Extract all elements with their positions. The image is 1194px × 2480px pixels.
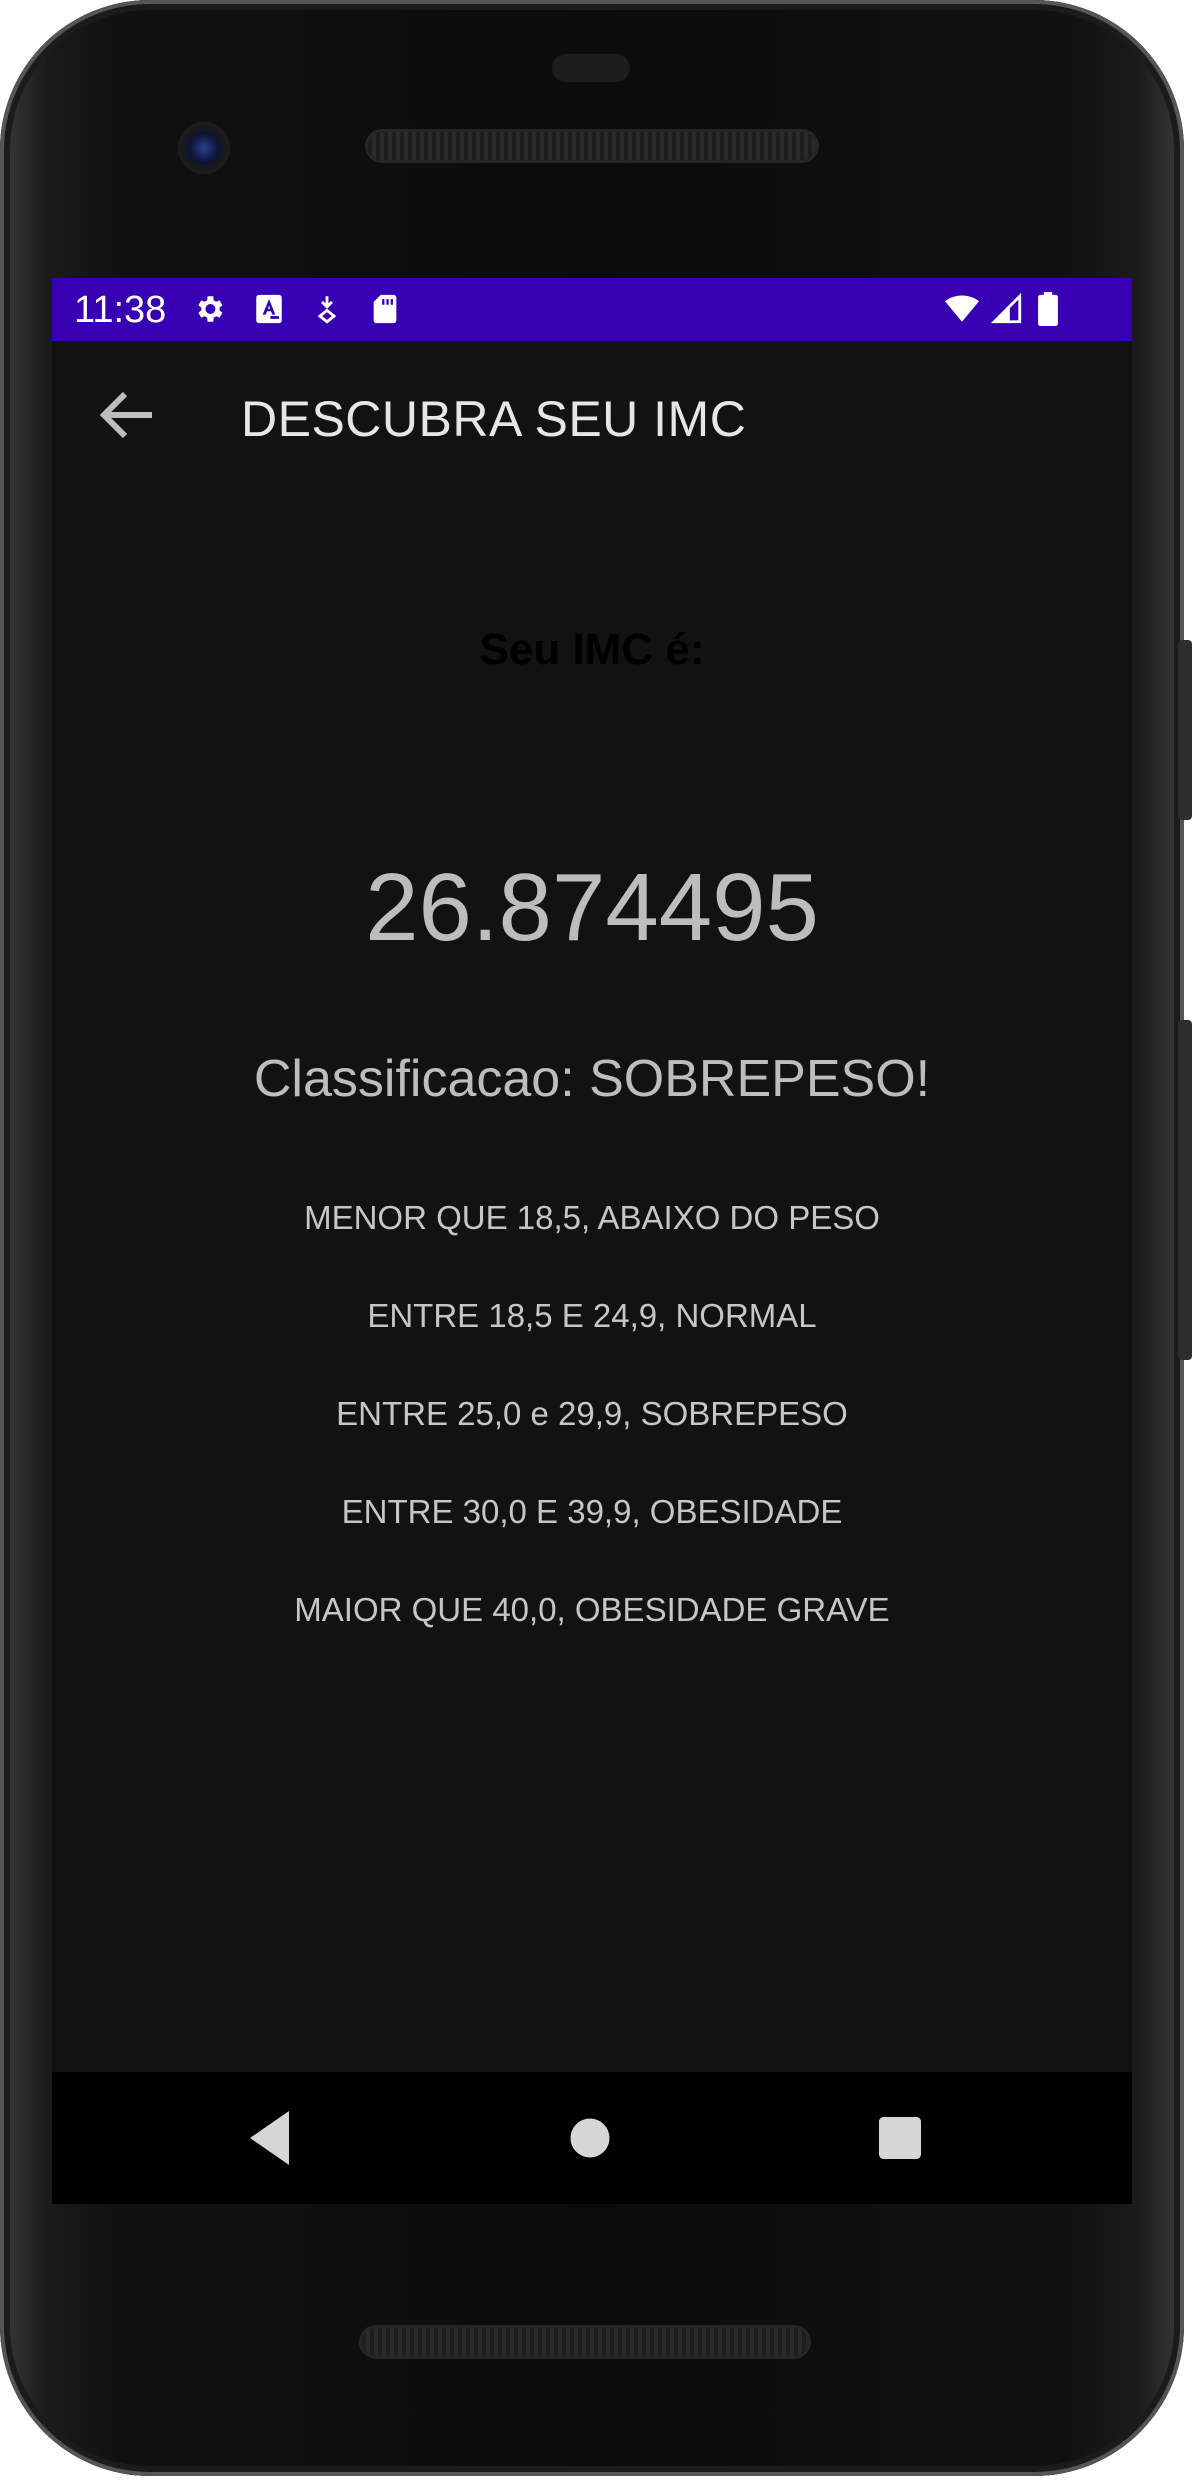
navigation-bar xyxy=(52,2072,1132,2204)
proximity-sensor xyxy=(552,54,630,82)
range-obesity: ENTRE 30,0 E 39,9, OBESIDADE xyxy=(341,1493,843,1530)
volume-rocker xyxy=(1178,1020,1192,1360)
imc-label: Seu IMC é: xyxy=(479,625,705,674)
wifi-icon xyxy=(945,295,979,322)
power-button xyxy=(1178,640,1192,820)
download-icon xyxy=(317,296,337,324)
range-normal: ENTRE 18,5 E 24,9, NORMAL xyxy=(367,1297,817,1334)
imc-value: 26.874495 xyxy=(365,854,819,961)
phone-frame: 11:38 DESCUBRA SEU IMC Seu IMC é: 26.874… xyxy=(0,0,1192,2476)
back-triangle-icon[interactable] xyxy=(238,2102,310,2174)
recents-square-icon[interactable] xyxy=(864,2102,936,2174)
sd-card-icon xyxy=(373,294,397,324)
range-overweight: ENTRE 25,0 e 29,9, SOBREPESO xyxy=(336,1395,848,1432)
arrow-back-icon[interactable] xyxy=(92,379,164,451)
battery-icon xyxy=(1038,292,1058,326)
signal-icon xyxy=(990,292,1022,324)
status-time: 11:38 xyxy=(74,289,167,331)
app-title: DESCUBRA SEU IMC xyxy=(241,391,747,447)
bottom-speaker xyxy=(362,2328,808,2356)
settings-icon xyxy=(198,296,223,322)
earpiece-speaker xyxy=(368,132,816,160)
front-camera xyxy=(178,122,230,174)
screen: 11:38 DESCUBRA SEU IMC Seu IMC é: 26.874… xyxy=(52,278,1132,2072)
range-underweight: MENOR QUE 18,5, ABAIXO DO PESO xyxy=(304,1199,880,1236)
home-circle-icon[interactable] xyxy=(554,2102,626,2174)
classification-text: Classificacao: SOBREPESO! xyxy=(253,1050,931,1108)
app-bar: DESCUBRA SEU IMC xyxy=(52,341,1132,488)
keyboard-a-icon xyxy=(256,294,282,324)
range-severe-obesity: MAIOR QUE 40,0, OBESIDADE GRAVE xyxy=(294,1591,890,1628)
status-bar: 11:38 xyxy=(52,278,1132,341)
